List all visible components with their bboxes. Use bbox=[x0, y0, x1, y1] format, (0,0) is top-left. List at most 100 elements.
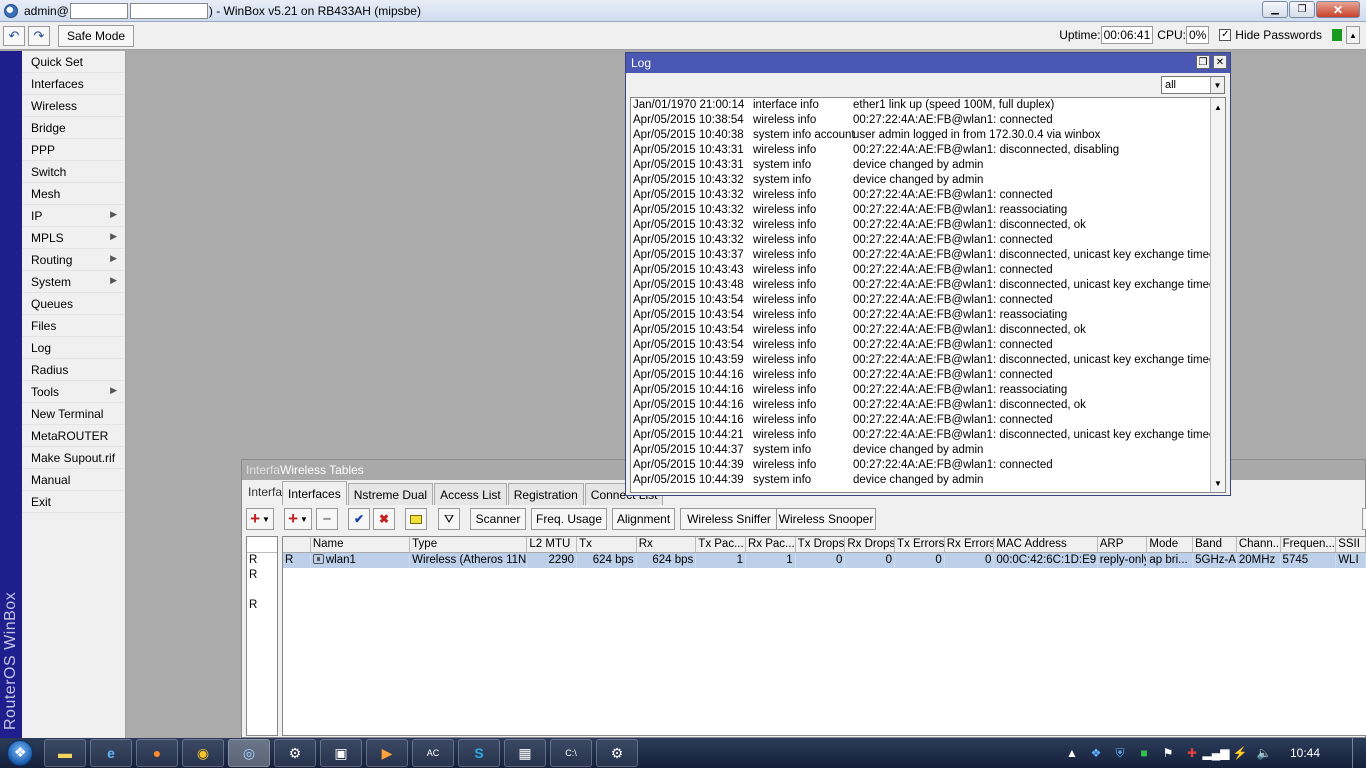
taskbar-chrome[interactable]: ◉ bbox=[182, 739, 224, 767]
clock[interactable]: 10:44 bbox=[1290, 746, 1320, 760]
log-entry[interactable]: Apr/05/2015 10:43:54 wireless info 00:27:2… bbox=[631, 293, 1225, 308]
column-header[interactable]: ARP bbox=[1098, 537, 1148, 552]
tray-shield[interactable]: ⛨ bbox=[1110, 743, 1130, 763]
column-header[interactable]: Tx Errors bbox=[895, 537, 945, 552]
background-tab[interactable]: Interfa bbox=[248, 485, 282, 499]
column-header[interactable]: Frequen... bbox=[1281, 537, 1337, 552]
menu-item-ppp[interactable]: PPP bbox=[22, 139, 125, 161]
log-entry[interactable]: Apr/05/2015 10:43:54 wireless info 00:27:2… bbox=[631, 308, 1225, 323]
background-list-row[interactable]: R bbox=[247, 568, 277, 583]
log-entry[interactable]: Apr/05/2015 10:43:43 wireless info 00:27:2… bbox=[631, 263, 1225, 278]
minimize-button[interactable]: ▁ bbox=[1262, 1, 1288, 18]
column-header[interactable]: Rx Drops bbox=[845, 537, 896, 552]
log-entry[interactable]: Apr/05/2015 10:44:21 wireless info 00:27:2… bbox=[631, 428, 1225, 443]
tray-volume[interactable]: 🔈 bbox=[1254, 743, 1274, 763]
add-button[interactable]: + ▼ bbox=[284, 508, 312, 530]
menu-item-make-supout-rif[interactable]: Make Supout.rif bbox=[22, 447, 125, 469]
alignment-button[interactable]: Alignment bbox=[612, 508, 675, 530]
menu-item-switch[interactable]: Switch bbox=[22, 161, 125, 183]
tray-power[interactable]: ⚡ bbox=[1230, 743, 1250, 763]
taskbar-settings[interactable]: ⚙ bbox=[596, 739, 638, 767]
menu-item-queues[interactable]: Queues bbox=[22, 293, 125, 315]
taskbar-skype[interactable]: S bbox=[458, 739, 500, 767]
log-entry[interactable]: Apr/05/2015 10:43:31 system info device ch… bbox=[631, 158, 1225, 173]
tab-access-list[interactable]: Access List bbox=[434, 483, 507, 505]
taskbar-calculator[interactable]: ▦ bbox=[504, 739, 546, 767]
column-header[interactable] bbox=[283, 537, 311, 552]
column-header[interactable]: Tx Pac... bbox=[696, 537, 746, 552]
log-entry[interactable]: Jan/01/1970 21:00:14 interface info ether1… bbox=[631, 98, 1225, 113]
menu-item-mpls[interactable]: MPLS ▶ bbox=[22, 227, 125, 249]
maximize-button[interactable]: ❐ bbox=[1289, 1, 1315, 18]
remove-button[interactable]: ━ bbox=[316, 508, 338, 530]
column-header[interactable]: Tx Drops bbox=[796, 537, 846, 552]
log-entry[interactable]: Apr/05/2015 10:43:48 wireless info 00:27:2… bbox=[631, 278, 1225, 293]
disable-button[interactable]: ✖ bbox=[373, 508, 395, 530]
column-header[interactable]: Rx bbox=[637, 537, 697, 552]
undo-button[interactable]: ↶ bbox=[3, 25, 25, 46]
redo-button[interactable]: ↷ bbox=[28, 25, 50, 46]
log-entry[interactable]: Apr/05/2015 10:43:32 wireless info 00:27:2… bbox=[631, 233, 1225, 248]
column-header[interactable]: Rx Pac... bbox=[746, 537, 796, 552]
menu-item-quick-set[interactable]: Quick Set bbox=[22, 51, 125, 73]
background-list-row[interactable]: R bbox=[247, 598, 277, 613]
wireless-sniffer-button[interactable]: Wireless Sniffer bbox=[680, 508, 778, 530]
hide-passwords-checkbox[interactable]: ✓ bbox=[1219, 29, 1232, 41]
tray-green-app[interactable]: ■ bbox=[1134, 743, 1154, 763]
background-list-row[interactable]: R bbox=[247, 553, 277, 568]
menu-item-log[interactable]: Log bbox=[22, 337, 125, 359]
log-entry[interactable]: Apr/05/2015 10:43:32 system info device ch… bbox=[631, 173, 1225, 188]
menu-item-mesh[interactable]: Mesh bbox=[22, 183, 125, 205]
column-header[interactable]: Mode bbox=[1147, 537, 1194, 552]
log-entry[interactable]: Apr/05/2015 10:44:16 wireless info 00:27:2… bbox=[631, 383, 1225, 398]
safe-mode-button[interactable]: Safe Mode bbox=[58, 24, 135, 47]
freq-usage-button[interactable]: Freq. Usage bbox=[531, 508, 607, 530]
menu-item-radius[interactable]: Radius bbox=[22, 359, 125, 381]
column-header[interactable]: SSII bbox=[1336, 537, 1366, 552]
log-entry[interactable]: Apr/05/2015 10:43:32 wireless info 00:27:2… bbox=[631, 188, 1225, 203]
comment-button[interactable] bbox=[405, 508, 427, 530]
log-entry[interactable]: Apr/05/2015 10:44:39 system info device ch… bbox=[631, 473, 1225, 488]
menu-item-manual[interactable]: Manual bbox=[22, 469, 125, 491]
table-row[interactable]: Rwlan1 Wireless (Atheros 11N) 2290 624 bps 6… bbox=[283, 553, 1366, 568]
log-scrollbar[interactable]: ▲ ▼ bbox=[1210, 98, 1225, 492]
log-entry[interactable]: Apr/05/2015 10:44:16 wireless info 00:27:2… bbox=[631, 368, 1225, 383]
taskbar-media-player[interactable]: ▶ bbox=[366, 739, 408, 767]
enable-button[interactable]: ✔ bbox=[348, 508, 370, 530]
log-entry[interactable]: Apr/05/2015 10:40:38 system info account u… bbox=[631, 128, 1225, 143]
column-header[interactable]: Type bbox=[410, 537, 528, 552]
log-entry[interactable]: Apr/05/2015 10:44:39 wireless info 00:27:2… bbox=[631, 458, 1225, 473]
column-header[interactable]: Tx bbox=[577, 537, 637, 552]
scanner-button[interactable]: Scanner bbox=[470, 508, 526, 530]
log-entry[interactable]: Apr/05/2015 10:44:16 wireless info 00:27:2… bbox=[631, 398, 1225, 413]
menu-item-interfaces[interactable]: Interfaces bbox=[22, 73, 125, 95]
menu-item-files[interactable]: Files bbox=[22, 315, 125, 337]
taskbar-app[interactable]: AC bbox=[412, 739, 454, 767]
log-titlebar[interactable]: Log ❐ ✕ bbox=[626, 53, 1230, 73]
menu-item-ip[interactable]: IP ▶ bbox=[22, 205, 125, 227]
tray-dropbox[interactable]: ❖ bbox=[1086, 743, 1106, 763]
menu-item-new-terminal[interactable]: New Terminal bbox=[22, 403, 125, 425]
menu-item-routing[interactable]: Routing ▶ bbox=[22, 249, 125, 271]
taskbar-explorer[interactable]: ▬ bbox=[44, 739, 86, 767]
tray-red-app[interactable]: ✚ bbox=[1182, 743, 1202, 763]
tray-signal[interactable]: ▂▄▆ bbox=[1202, 743, 1229, 763]
taskbar-network-tool[interactable]: ⚙ bbox=[274, 739, 316, 767]
column-header[interactable]: Rx Errors bbox=[945, 537, 995, 552]
find-field-edge[interactable] bbox=[1362, 508, 1366, 530]
column-header[interactable]: Name bbox=[311, 537, 411, 552]
close-button[interactable]: ✕ bbox=[1316, 1, 1360, 18]
taskbar-firefox[interactable]: ● bbox=[136, 739, 178, 767]
menu-item-exit[interactable]: Exit bbox=[22, 491, 125, 513]
log-entry[interactable]: Apr/05/2015 10:43:37 wireless info 00:27:2… bbox=[631, 248, 1225, 263]
tab-interfaces[interactable]: Interfaces bbox=[282, 481, 347, 505]
wireless-snooper-button[interactable]: Wireless Snooper bbox=[776, 508, 876, 530]
toolbar-scroll-button[interactable]: ▲ bbox=[1346, 26, 1360, 44]
log-entry[interactable]: Apr/05/2015 10:44:37 system info device ch… bbox=[631, 443, 1225, 458]
menu-item-wireless[interactable]: Wireless bbox=[22, 95, 125, 117]
log-entry[interactable]: Apr/05/2015 10:43:54 wireless info 00:27:2… bbox=[631, 323, 1225, 338]
taskbar-cmd[interactable]: C:\ bbox=[550, 739, 592, 767]
add-background-button[interactable]: + ▼ bbox=[246, 508, 274, 530]
filter-button[interactable]: ⛛ bbox=[438, 508, 460, 530]
chevron-down-icon[interactable]: ▼ bbox=[1211, 476, 1225, 490]
